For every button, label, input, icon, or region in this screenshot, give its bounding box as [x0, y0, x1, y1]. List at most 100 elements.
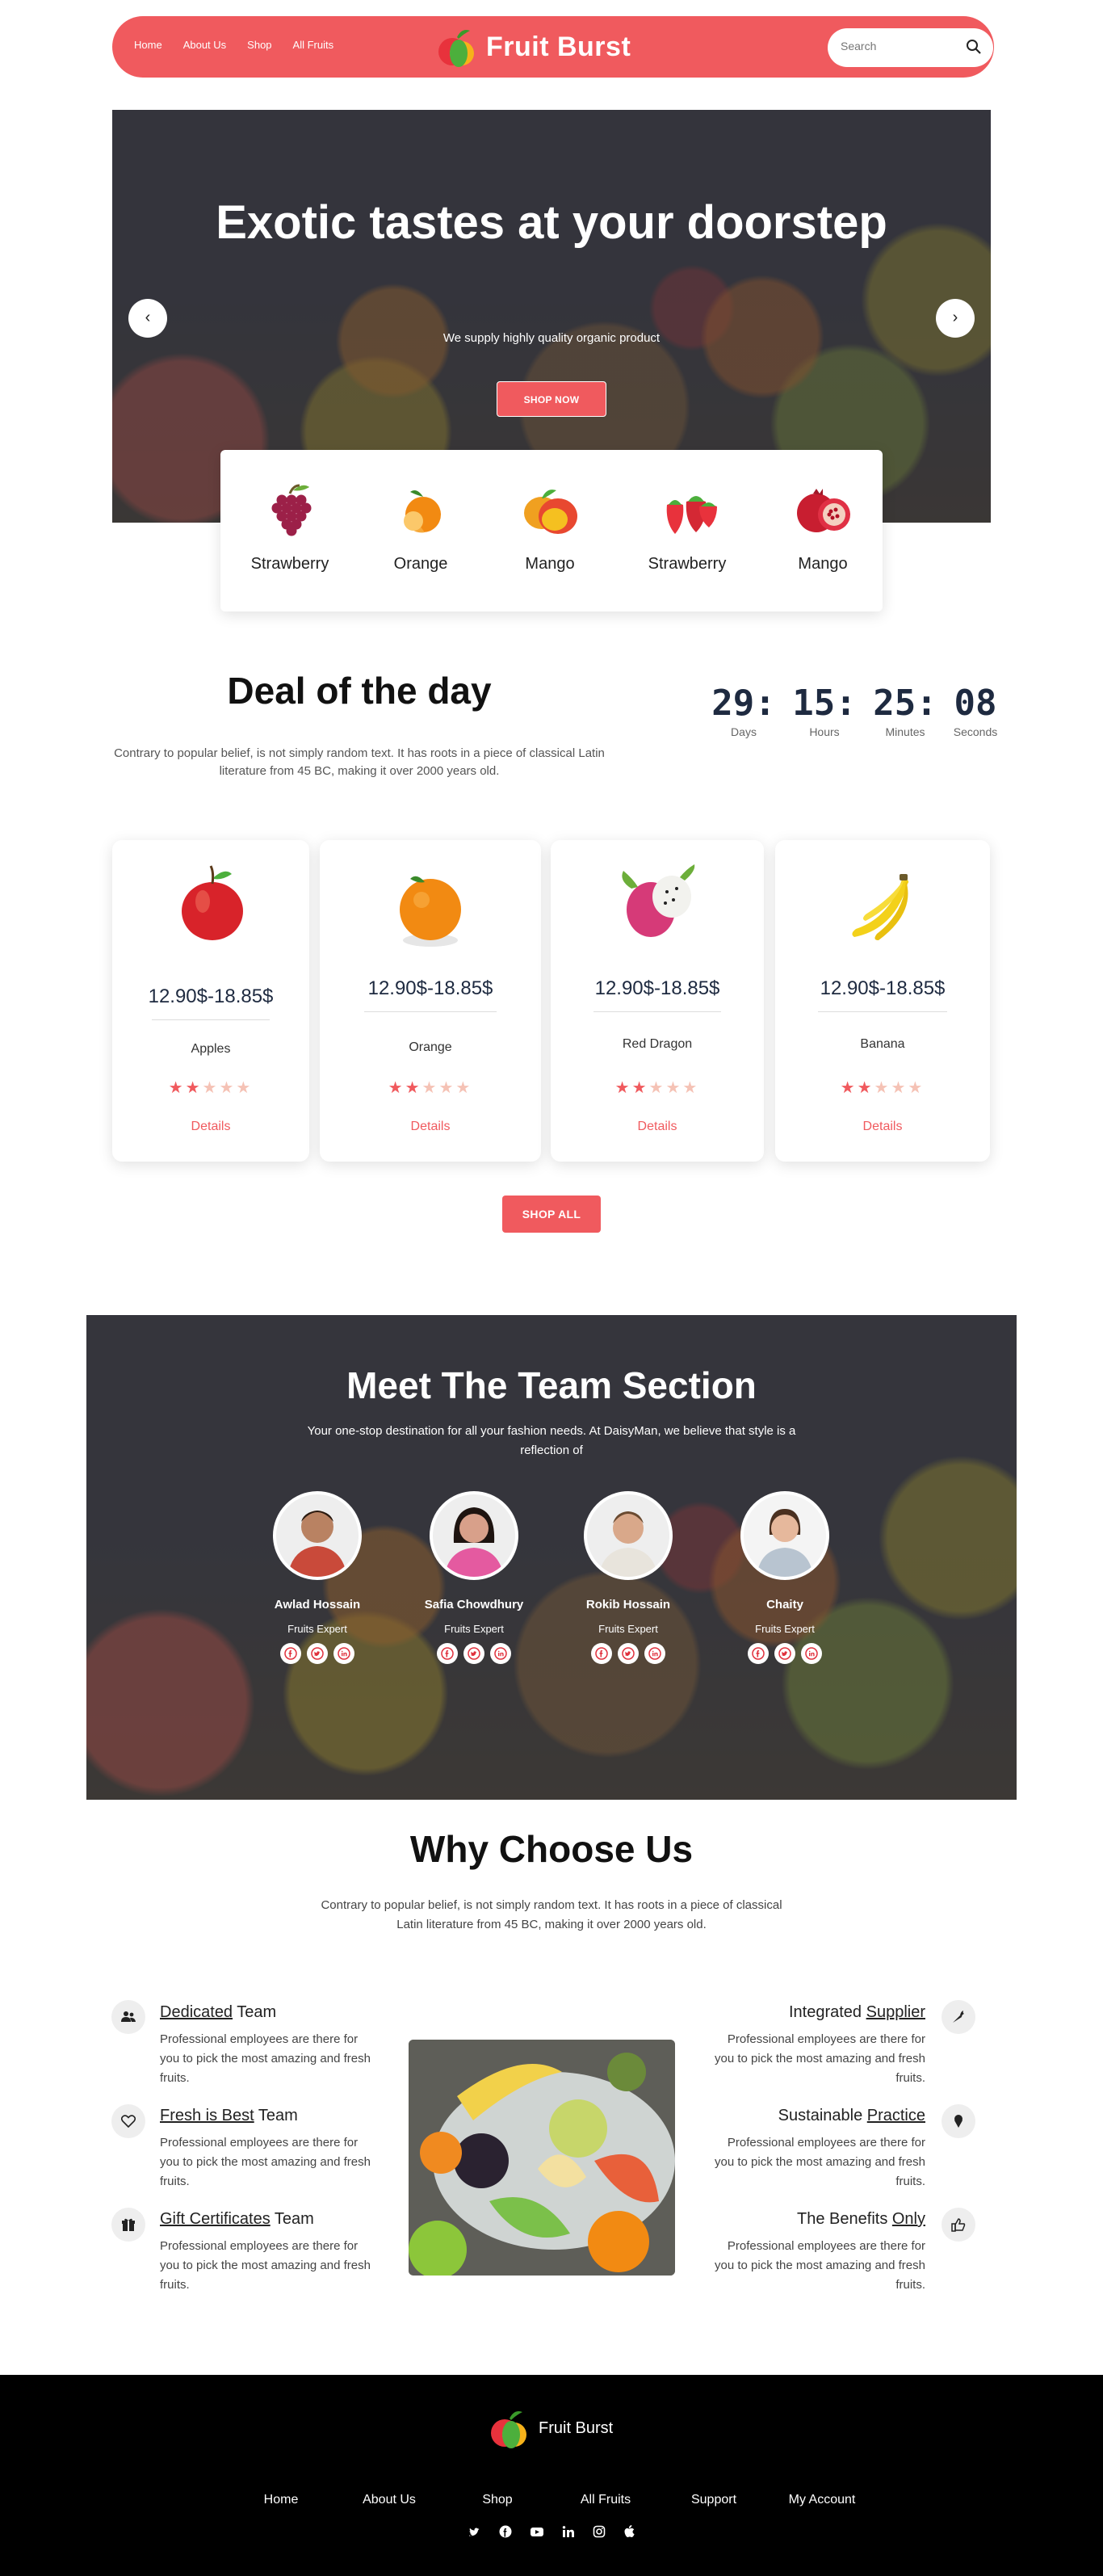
- apple-icon: [182, 865, 243, 940]
- feature-item: Fresh is Best Team Professional employees…: [160, 2107, 378, 2191]
- facebook-icon[interactable]: [499, 2525, 512, 2538]
- nav-shop[interactable]: Shop: [247, 39, 271, 51]
- shop-all-button[interactable]: SHOP ALL: [502, 1196, 601, 1233]
- footer-social: [0, 2525, 1103, 2538]
- avatar: [430, 1491, 518, 1580]
- nav-all-fruits[interactable]: All Fruits: [293, 39, 334, 51]
- facebook-icon[interactable]: [437, 1643, 458, 1664]
- nav-about-us[interactable]: About Us: [183, 39, 226, 51]
- nav-links: Home About Us Shop All Fruits: [134, 39, 333, 51]
- category-item-strawberry[interactable]: Strawberry: [631, 482, 744, 574]
- ice-cream-icon: [942, 2104, 975, 2138]
- team-title: Meet The Team Section: [346, 1364, 757, 1406]
- orange-icon: [400, 876, 461, 947]
- category-item-orange[interactable]: Orange: [364, 482, 477, 574]
- users-icon: [111, 2000, 145, 2034]
- footer-link-all-fruits[interactable]: All Fruits: [552, 2493, 660, 2507]
- chevron-left-icon: ‹: [145, 309, 151, 326]
- nav-home[interactable]: Home: [134, 39, 162, 51]
- member-name: Rokib Hossain: [585, 1598, 671, 1612]
- team-section: Meet The Team Section Your one-stop dest…: [86, 1315, 1017, 1800]
- search-box[interactable]: [828, 28, 993, 67]
- details-link[interactable]: Details: [551, 1120, 764, 1134]
- details-link[interactable]: Details: [775, 1120, 990, 1134]
- linkedin-icon[interactable]: [562, 2525, 575, 2538]
- team-member: Rokib Hossain Fruits Expert: [568, 1491, 689, 1664]
- twitter-icon[interactable]: [307, 1643, 328, 1664]
- product-name: Orange: [409, 1040, 452, 1054]
- fruit-logo-icon: [438, 30, 474, 67]
- footer-brand-name: Fruit Burst: [539, 2418, 614, 2437]
- member-social: [413, 1643, 535, 1664]
- avatar: [584, 1491, 673, 1580]
- product-card[interactable]: 12.90$-18.85$ Banana ★★★★★ Details: [775, 840, 990, 1162]
- feature-item: Dedicated Team Professional employees are…: [160, 2003, 378, 2088]
- countdown-value: 29:: [711, 683, 776, 724]
- footer-link-about-us[interactable]: About Us: [335, 2493, 443, 2507]
- category-item-strawberry[interactable]: Strawberry: [233, 482, 346, 574]
- category-label: Strawberry: [250, 555, 329, 573]
- team-subtitle: Your one-stop destination for all your f…: [307, 1424, 796, 1457]
- details-link[interactable]: Details: [112, 1120, 309, 1134]
- search-icon[interactable]: [966, 39, 982, 55]
- linkedin-icon[interactable]: [644, 1643, 665, 1664]
- gift-icon: [111, 2208, 145, 2242]
- shop-now-button[interactable]: SHOP NOW: [497, 381, 606, 417]
- feature-title: The Benefits Only: [797, 2210, 925, 2228]
- why-title: Why Choose Us: [409, 1828, 694, 1870]
- category-item-mango[interactable]: Mango: [766, 482, 879, 574]
- feature-desc: Professional employees are there for you…: [715, 2032, 925, 2085]
- feature-title: Sustainable Practice: [778, 2107, 925, 2124]
- twitter-icon[interactable]: [618, 1643, 639, 1664]
- category-label: Mango: [798, 555, 848, 573]
- member-social: [724, 1643, 845, 1664]
- facebook-icon[interactable]: [280, 1643, 301, 1664]
- member-name: Safia Chowdhury: [424, 1598, 524, 1612]
- carousel-next-button[interactable]: ›: [936, 299, 975, 338]
- brand-logo[interactable]: Fruit Burst: [434, 23, 631, 71]
- countdown-value: 25:: [873, 683, 937, 724]
- category-item-mango[interactable]: Mango: [493, 482, 606, 574]
- details-link[interactable]: Details: [320, 1120, 541, 1134]
- apple-icon[interactable]: [623, 2525, 635, 2538]
- footer-link-my-account[interactable]: My Account: [768, 2493, 876, 2507]
- feature-title: Gift Certificates Team: [160, 2210, 314, 2228]
- thumbs-up-icon: [942, 2208, 975, 2242]
- feature-title: Integrated Supplier: [788, 2003, 925, 2021]
- product-price: 12.90$-18.85$: [148, 985, 274, 1007]
- linkedin-icon[interactable]: [490, 1643, 511, 1664]
- rating-stars: ★★★★★: [388, 1079, 473, 1097]
- footer-link-home[interactable]: Home: [227, 2493, 335, 2507]
- search-input[interactable]: [841, 40, 962, 53]
- linkedin-icon[interactable]: [801, 1643, 822, 1664]
- footer-link-support[interactable]: Support: [660, 2493, 768, 2507]
- linkedin-icon[interactable]: [333, 1643, 354, 1664]
- twitter-icon[interactable]: [463, 1643, 484, 1664]
- footer-links: Home About Us Shop All Fruits Support My…: [0, 2493, 1103, 2507]
- member-role: Fruits Expert: [755, 1623, 815, 1635]
- instagram-icon[interactable]: [593, 2525, 606, 2538]
- facebook-icon[interactable]: [748, 1643, 769, 1664]
- rating-stars: ★★★★★: [840, 1079, 925, 1097]
- category-label: Mango: [525, 555, 575, 573]
- footer-link-shop[interactable]: Shop: [443, 2493, 552, 2507]
- category-items: Strawberry Orange Mango Strawberry Mango: [220, 450, 883, 611]
- deal-description: Contrary to popular belief, is not simpl…: [114, 746, 605, 778]
- product-card[interactable]: 12.90$-18.85$ Red Dragon ★★★★★ Details: [551, 840, 764, 1162]
- carousel-prev-button[interactable]: ‹: [128, 299, 167, 338]
- product-card[interactable]: 12.90$-18.85$ Apples ★★★★★ Details: [112, 840, 309, 1162]
- feature-item: Gift Certificates Team Professional emplo…: [160, 2210, 378, 2295]
- member-name: Chaity: [766, 1598, 803, 1612]
- product-card[interactable]: 12.90$-18.85$ Orange ★★★★★ Details: [320, 840, 541, 1162]
- hero-title: Exotic tastes at your doorstep: [216, 196, 887, 249]
- facebook-icon[interactable]: [591, 1643, 612, 1664]
- twitter-icon[interactable]: [468, 2525, 481, 2538]
- youtube-icon[interactable]: [530, 2525, 544, 2538]
- feature-title: Fresh is Best Team: [160, 2107, 298, 2124]
- twitter-icon[interactable]: [774, 1643, 795, 1664]
- countdown-unit: Minutes: [885, 725, 925, 738]
- avatar: [740, 1491, 829, 1580]
- rating-stars: ★★★★★: [614, 1079, 700, 1097]
- footer-brand[interactable]: Fruit Burst: [487, 2404, 613, 2452]
- product-price: 12.90$-18.85$: [594, 977, 720, 999]
